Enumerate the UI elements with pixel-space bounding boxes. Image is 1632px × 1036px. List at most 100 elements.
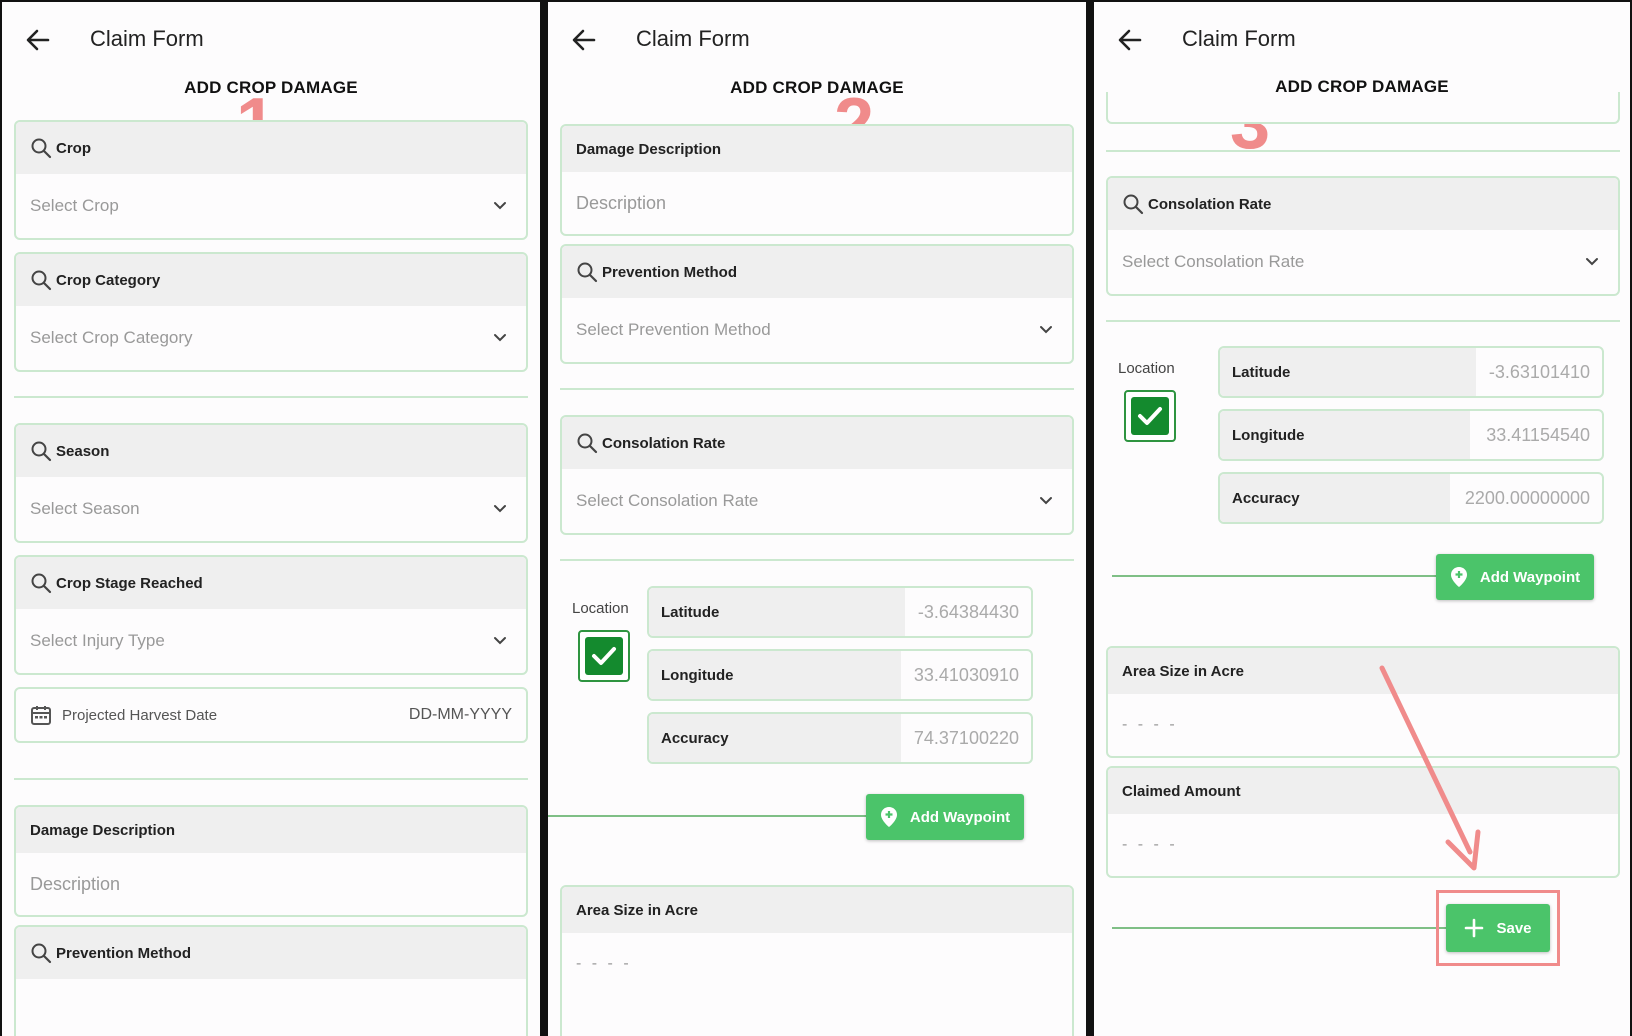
longitude-field: Longitude 33.41030910	[647, 649, 1033, 701]
accuracy-field: Accuracy 2200.00000000	[1218, 472, 1604, 524]
chevron-down-icon[interactable]	[1038, 493, 1054, 509]
chevron-down-icon[interactable]	[492, 198, 508, 214]
longitude-value: 33.41030910	[913, 664, 1019, 685]
search-icon	[31, 270, 52, 291]
annotation-arrow	[1379, 665, 1481, 871]
chevron-down-icon[interactable]	[492, 330, 508, 346]
crop-category-placeholder: Select Crop Category	[30, 328, 193, 347]
app-title: Claim Form	[1182, 26, 1296, 51]
search-icon	[577, 433, 598, 454]
calendar-icon	[31, 706, 51, 725]
harvest-date-picker[interactable]: Projected Harvest Date DD-MM-YYYY	[14, 687, 528, 743]
crop-category-select[interactable]: Crop Category Select Crop Category	[14, 252, 528, 372]
section-divider	[560, 388, 1074, 390]
area-size-field: Area Size in Acre - - - -	[1106, 646, 1620, 758]
prevention-method-select[interactable]: Prevention Method	[14, 925, 528, 1036]
add-waypoint-label: Add Waypoint	[909, 808, 1011, 826]
consolation-rate-label: Consolation Rate	[602, 434, 726, 452]
area-size-field: Area Size in Acre - - - -	[560, 885, 1074, 1036]
prevention-method-label: Prevention Method	[602, 263, 738, 281]
section-divider	[1106, 150, 1620, 152]
search-icon	[31, 573, 52, 594]
back-arrow-icon[interactable]	[570, 26, 598, 54]
search-icon	[577, 262, 598, 283]
search-icon	[31, 441, 52, 462]
latitude-value: -3.64384430	[917, 601, 1019, 622]
map-pin-icon	[880, 807, 897, 827]
location-checkbox[interactable]	[1124, 390, 1176, 442]
app-title: Claim Form	[636, 26, 750, 51]
season-placeholder: Select Season	[30, 499, 140, 518]
search-icon	[1123, 194, 1144, 215]
chevron-down-icon[interactable]	[1584, 254, 1600, 270]
area-size-value: - - - -	[576, 955, 632, 972]
latitude-field: Latitude -3.63101410	[1218, 346, 1604, 398]
crop-category-label: Crop Category	[56, 271, 161, 289]
add-waypoint-button[interactable]: Add Waypoint	[866, 794, 1024, 840]
accuracy-label: Accuracy	[1220, 474, 1450, 522]
latitude-field: Latitude -3.64384430	[647, 586, 1033, 638]
damage-description-field[interactable]: Damage Description Description	[14, 805, 528, 917]
save-button[interactable]: Save	[1446, 904, 1550, 952]
claimed-amount-value: - - - -	[1122, 836, 1178, 853]
app-title: Claim Form	[90, 26, 204, 51]
crop-placeholder: Select Crop	[30, 196, 119, 215]
checkmark-icon	[1138, 407, 1162, 425]
prevention-method-placeholder: Select Prevention Method	[576, 320, 771, 339]
harvest-date-label: Projected Harvest Date	[62, 706, 218, 724]
latitude-label: Latitude	[649, 588, 905, 636]
area-size-value: - - - -	[1122, 716, 1178, 733]
crop-select[interactable]: Crop Select Crop	[14, 120, 528, 240]
page-heading: ADD CROP DAMAGE	[730, 78, 904, 97]
area-size-label: Area Size in Acre	[576, 901, 698, 919]
save-connector-line	[1112, 927, 1454, 929]
add-waypoint-label: Add Waypoint	[1479, 568, 1581, 586]
plus-icon	[1465, 918, 1484, 938]
longitude-label: Longitude	[649, 651, 901, 699]
consolation-rate-placeholder: Select Consolation Rate	[1122, 252, 1305, 271]
longitude-value: 33.41154540	[1486, 424, 1590, 445]
accuracy-value: 2200.00000000	[1464, 487, 1590, 508]
longitude-field: Longitude 33.41154540	[1218, 409, 1604, 461]
section-divider	[14, 396, 528, 398]
damage-description-placeholder: Description	[30, 873, 121, 894]
accuracy-label: Accuracy	[649, 714, 901, 762]
accuracy-value: 74.37100220	[913, 727, 1019, 748]
harvest-date-value: DD-MM-YYYY	[408, 706, 512, 723]
checkmark-icon	[592, 647, 616, 665]
season-select[interactable]: Season Select Season	[14, 423, 528, 543]
chevron-down-icon[interactable]	[1038, 322, 1054, 338]
damage-description-label: Damage Description	[576, 140, 722, 158]
prevention-method-label: Prevention Method	[56, 944, 192, 962]
section-divider	[1106, 320, 1620, 322]
crop-stage-select[interactable]: Crop Stage Reached Select Injury Type	[14, 555, 528, 675]
consolation-rate-placeholder: Select Consolation Rate	[576, 491, 759, 510]
section-divider	[14, 778, 528, 780]
latitude-label: Latitude	[1220, 348, 1476, 396]
consolation-rate-select[interactable]: Consolation Rate Select Consolation Rate	[1106, 176, 1620, 296]
damage-description-placeholder: Description	[576, 192, 667, 213]
location-checkbox[interactable]	[578, 630, 630, 682]
crop-label: Crop	[56, 139, 91, 157]
prevention-method-select[interactable]: Prevention Method Select Prevention Meth…	[560, 244, 1074, 364]
damage-description-field[interactable]: Damage Description Description	[560, 124, 1074, 236]
claimed-amount-field: Claimed Amount - - - -	[1106, 766, 1620, 878]
location-label: Location	[572, 600, 629, 617]
chevron-down-icon[interactable]	[492, 633, 508, 649]
screen-step-3: Claim Form ADD CROP DAMAGE 3 Consolation…	[1094, 2, 1630, 1036]
waypoint-connector-line	[1112, 575, 1442, 577]
screen-step-2: Claim Form ADD CROP DAMAGE 2 Damage Desc…	[548, 2, 1086, 1036]
damage-description-label: Damage Description	[30, 821, 176, 839]
accuracy-field: Accuracy 74.37100220	[647, 712, 1033, 764]
search-icon	[31, 943, 52, 964]
consolation-rate-select[interactable]: Consolation Rate Select Consolation Rate	[560, 415, 1074, 535]
section-divider	[560, 559, 1074, 561]
location-label: Location	[1118, 360, 1175, 377]
back-arrow-icon[interactable]	[24, 26, 52, 54]
chevron-down-icon[interactable]	[492, 501, 508, 517]
back-arrow-icon[interactable]	[1116, 26, 1144, 54]
add-waypoint-button[interactable]: Add Waypoint	[1436, 554, 1594, 600]
longitude-label: Longitude	[1220, 411, 1470, 459]
waypoint-connector-line	[548, 815, 870, 817]
latitude-value: -3.63101410	[1488, 361, 1590, 382]
